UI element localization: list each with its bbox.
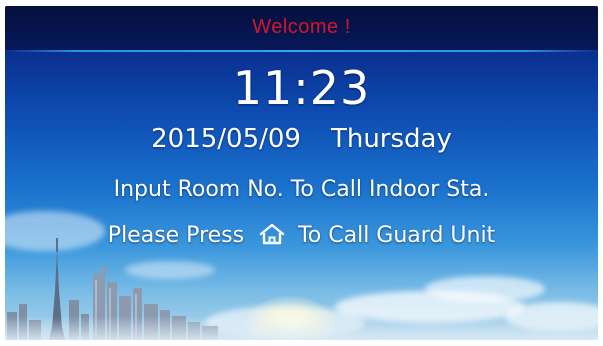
date-row: 2015/05/09 Thursday (5, 122, 598, 156)
cloud (425, 276, 545, 302)
date-text: 2015/05/09 (151, 124, 301, 154)
intercom-screen: Welcome ! 11:23 2015/05/09 Thursday Input… (5, 6, 598, 340)
welcome-message: Welcome ! (252, 16, 351, 38)
header-divider (5, 50, 598, 52)
weekday-text: Thursday (330, 124, 452, 154)
home-icon (258, 223, 286, 245)
horizon-haze (5, 316, 598, 340)
instruction-prefix: Please Press (107, 223, 245, 248)
instruction-guard-unit: Please Press To Call Guard Unit (5, 221, 598, 251)
instruction-suffix: To Call Guard Unit (298, 223, 496, 248)
clock-time: 11:23 (232, 61, 371, 115)
instruction-room-number: Input Room No. To Call Indoor Sta. (113, 177, 490, 202)
